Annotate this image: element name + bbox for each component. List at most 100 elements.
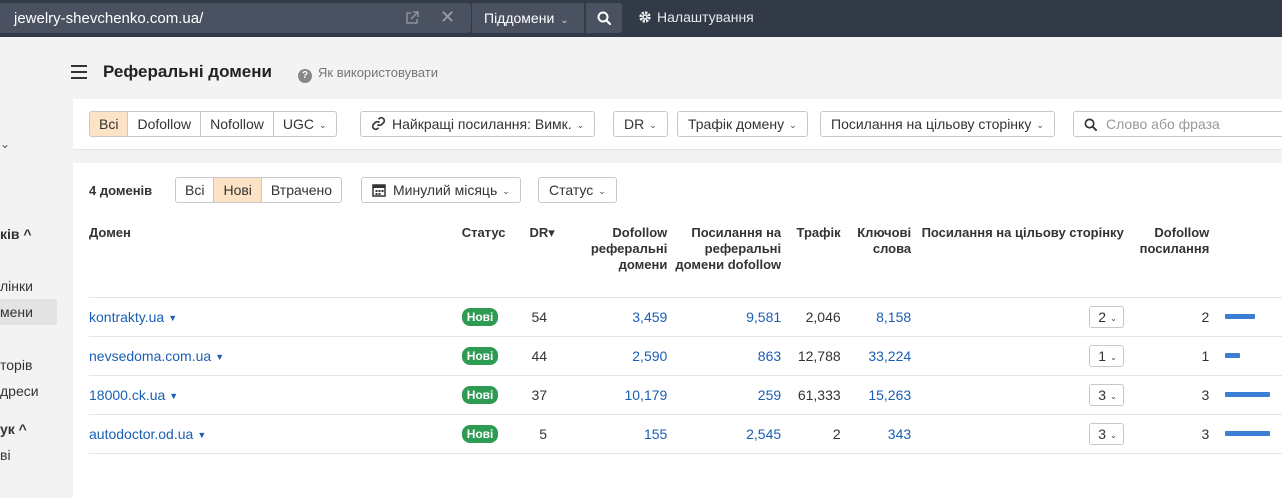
chevron-down-icon: ⌄ — [1110, 352, 1117, 362]
links-ref-link[interactable]: 259 — [758, 387, 781, 403]
dr-label: DR — [624, 116, 645, 132]
caret-down-icon[interactable]: ▼ — [168, 313, 177, 323]
clear-icon[interactable]: ✕ — [440, 7, 455, 27]
chevron-down-icon: ⌄ — [0, 137, 11, 151]
best-links-label: Найкращі посилання: Вимк. — [392, 116, 572, 132]
col-dr[interactable]: DR▾ — [513, 215, 569, 298]
target-links-value: 1 — [1098, 347, 1107, 364]
subdomains-label: Піддомени — [484, 10, 555, 26]
period-dropdown[interactable]: Минулий місяць ⌄ — [361, 177, 521, 203]
menu-icon[interactable] — [71, 65, 87, 79]
target-links-cell: 1 ⌄ — [911, 336, 1124, 376]
dofollow-links-bar — [1225, 353, 1241, 358]
col-dofollow-links[interactable]: Dofollow посилання — [1123, 215, 1210, 298]
tab-state-all[interactable]: Всі — [176, 178, 215, 202]
tab-state-new[interactable]: Нові — [214, 178, 262, 202]
bar-cell — [1209, 375, 1282, 415]
domain-link[interactable]: nevsedoma.com.ua — [89, 348, 211, 364]
domain-link[interactable]: 18000.ck.ua — [89, 387, 165, 403]
dofollow-ref-link[interactable]: 10,179 — [624, 387, 667, 403]
caret-down-icon[interactable]: ▼ — [215, 352, 224, 362]
chevron-down-icon: ⌄ — [789, 120, 797, 130]
target-links-value: 3 — [1098, 425, 1107, 442]
dofollow-links-bar — [1225, 431, 1271, 436]
dofollow-links-bar — [1225, 392, 1271, 397]
keywords-cell: 343 — [840, 414, 912, 454]
sidebar-group-search[interactable]: ук ^ — [0, 421, 27, 437]
caret-down-icon[interactable]: ▼ — [169, 391, 178, 401]
links-ref-link[interactable]: 2,545 — [746, 426, 781, 442]
traffic-dropdown[interactable]: Трафік домену ⌄ — [677, 111, 808, 137]
sidebar-item-anchors[interactable]: торів — [0, 357, 32, 373]
help-link[interactable]: ? Як використовувати — [298, 65, 438, 83]
status-cell: Нові — [461, 414, 514, 454]
dofollow-links-cell: 2 — [1123, 297, 1210, 337]
chevron-down-icon: ⌄ — [560, 15, 569, 26]
search-input[interactable]: Слово або фраза — [1073, 111, 1282, 137]
sidebar-group-links[interactable]: ків ^ — [0, 226, 32, 242]
links-ref-cell: 9,581 — [667, 297, 782, 337]
keywords-link[interactable]: 8,158 — [876, 309, 911, 325]
col-dofollow-ref[interactable]: Dofollow реферальні домени — [568, 215, 668, 298]
url-input[interactable]: jewelry-shevchenko.com.ua/ ✕ — [0, 3, 471, 33]
keywords-link[interactable]: 33,224 — [868, 348, 911, 364]
tab-ugc[interactable]: UGC ⌄ — [274, 112, 336, 136]
col-domain[interactable]: Домен — [89, 215, 462, 298]
keywords-link[interactable]: 15,263 — [868, 387, 911, 403]
dofollow-ref-cell: 2,590 — [568, 336, 668, 376]
target-links-dropdown[interactable]: 3 ⌄ — [1089, 383, 1124, 406]
target-links-dropdown[interactable]: 3 ⌄ — [1089, 422, 1124, 445]
caret-down-icon[interactable]: ▼ — [197, 430, 206, 440]
dr-dropdown[interactable]: DR ⌄ — [613, 111, 668, 137]
status-badge: Нові — [461, 346, 499, 365]
search-button[interactable] — [586, 3, 622, 33]
search-icon — [597, 11, 611, 25]
tab-dofollow[interactable]: Dofollow — [128, 112, 202, 136]
external-link-icon[interactable] — [405, 11, 419, 25]
status-dropdown[interactable]: Статус ⌄ — [538, 177, 617, 203]
settings-button[interactable]: Налаштування — [638, 9, 754, 25]
chevron-down-icon: ⌄ — [649, 120, 657, 130]
target-links-dropdown[interactable]: 1 ⌄ — [1089, 344, 1124, 367]
period-label: Минулий місяць — [393, 182, 498, 198]
dofollow-ref-link[interactable]: 2,590 — [632, 348, 667, 364]
sidebar-item-links[interactable]: лінки — [0, 278, 33, 294]
filter-panel: Всі Dofollow Nofollow UGC ⌄ Найкращі поси… — [73, 99, 1282, 150]
best-links-dropdown[interactable]: Найкращі посилання: Вимк. ⌄ — [360, 111, 596, 137]
link-icon — [371, 116, 386, 131]
col-keywords[interactable]: Ключові слова — [840, 215, 912, 298]
domain-link[interactable]: kontrakty.ua — [89, 309, 164, 325]
keywords-link[interactable]: 343 — [888, 426, 911, 442]
tab-all[interactable]: Всі — [90, 112, 129, 136]
status-cell: Нові — [461, 297, 514, 337]
links-ref-link[interactable]: 9,581 — [746, 309, 781, 325]
calendar-icon — [372, 184, 386, 197]
status-label: Статус — [549, 182, 594, 198]
domain-link[interactable]: autodoctor.od.ua — [89, 426, 193, 442]
dofollow-ref-link[interactable]: 155 — [644, 426, 667, 442]
sidebar-item-ips[interactable]: дреси — [0, 383, 39, 399]
target-links-value: 3 — [1098, 386, 1107, 403]
target-links-dropdown[interactable]: Посилання на цільову сторінку ⌄ — [820, 111, 1055, 137]
tab-nofollow[interactable]: Nofollow — [201, 112, 274, 136]
gear-icon — [639, 11, 651, 23]
tab-state-lost[interactable]: Втрачено — [262, 178, 341, 202]
col-traffic[interactable]: Трафік — [781, 215, 841, 298]
links-ref-link[interactable]: 863 — [758, 348, 781, 364]
col-target-links[interactable]: Посилання на цільову сторінку — [911, 215, 1124, 298]
results-card: 4 доменів Всі Нові Втрачено Минулий міся… — [73, 163, 1282, 498]
help-label: Як використовувати — [318, 65, 438, 80]
col-links-ref[interactable]: Посилання на реферальні домени dofollow — [667, 215, 782, 298]
sidebar-item-new[interactable]: ві — [0, 447, 11, 463]
subdomains-dropdown[interactable]: Піддомени ⌄ — [472, 3, 584, 33]
target-links-dropdown[interactable]: 2 ⌄ — [1089, 305, 1124, 328]
links-ref-cell: 2,545 — [667, 414, 782, 454]
dr-cell: 54 — [513, 297, 569, 337]
domain-count: 4 доменів — [89, 183, 153, 198]
table-row: autodoctor.od.ua ▼ Нові 5 155 2,545 2 343 3 ⌄ 3 — [89, 414, 1282, 454]
domain-cell: autodoctor.od.ua ▼ — [89, 414, 462, 454]
dofollow-ref-link[interactable]: 3,459 — [632, 309, 667, 325]
col-status[interactable]: Статус — [461, 215, 514, 298]
sidebar-item-ref-domains[interactable]: мени — [0, 299, 57, 325]
status-cell: Нові — [461, 375, 514, 415]
